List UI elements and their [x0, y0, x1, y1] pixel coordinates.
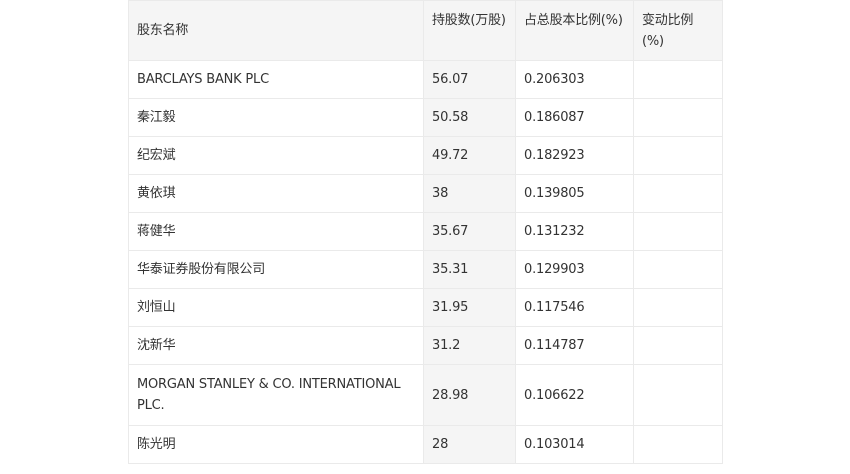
header-shareholder-name: 股东名称 — [128, 0, 424, 61]
table-header: 股东名称 持股数(万股) 占总股本比例(%) 变动比例(%) — [128, 0, 723, 61]
cell-name: 黄依琪 — [128, 174, 424, 213]
cell-name: 华泰证券股份有限公司 — [128, 250, 424, 289]
header-row: 股东名称 持股数(万股) 占总股本比例(%) 变动比例(%) — [128, 0, 723, 61]
cell-ratio: 0.129903 — [515, 250, 634, 289]
header-shares: 持股数(万股) — [423, 0, 516, 61]
cell-ratio: 0.139805 — [515, 174, 634, 213]
cell-name: 秦江毅 — [128, 98, 424, 137]
table-row: MORGAN STANLEY & CO. INTERNATIONAL PLC. … — [128, 364, 723, 426]
header-change-ratio: 变动比例(%) — [633, 0, 723, 61]
cell-change — [633, 364, 723, 426]
table-row: BARCLAYS BANK PLC 56.07 0.206303 — [128, 60, 723, 99]
cell-ratio: 0.117546 — [515, 288, 634, 327]
cell-shares: 35.31 — [423, 250, 516, 289]
cell-change — [633, 326, 723, 365]
cell-change — [633, 174, 723, 213]
cell-ratio: 0.131232 — [515, 212, 634, 251]
table-row: 刘恒山 31.95 0.117546 — [128, 288, 723, 327]
shareholder-table: 股东名称 持股数(万股) 占总股本比例(%) 变动比例(%) BARCLAYS … — [128, 0, 723, 464]
cell-ratio: 0.103014 — [515, 425, 634, 464]
cell-ratio: 0.206303 — [515, 60, 634, 99]
cell-ratio: 0.106622 — [515, 364, 634, 426]
cell-shares: 56.07 — [423, 60, 516, 99]
table-row: 纪宏斌 49.72 0.182923 — [128, 136, 723, 175]
cell-ratio: 0.182923 — [515, 136, 634, 175]
table-row: 沈新华 31.2 0.114787 — [128, 326, 723, 365]
cell-change — [633, 425, 723, 464]
table-row: 陈光明 28 0.103014 — [128, 425, 723, 464]
table-body: BARCLAYS BANK PLC 56.07 0.206303 秦江毅 50.… — [128, 60, 723, 464]
cell-name: 蒋健华 — [128, 212, 424, 251]
cell-name: 陈光明 — [128, 425, 424, 464]
cell-change — [633, 212, 723, 251]
shareholder-table-container: 股东名称 持股数(万股) 占总股本比例(%) 变动比例(%) BARCLAYS … — [128, 0, 723, 464]
table-row: 蒋健华 35.67 0.131232 — [128, 212, 723, 251]
cell-change — [633, 136, 723, 175]
table-row: 秦江毅 50.58 0.186087 — [128, 98, 723, 137]
cell-change — [633, 250, 723, 289]
table-row: 华泰证券股份有限公司 35.31 0.129903 — [128, 250, 723, 289]
cell-name: 刘恒山 — [128, 288, 424, 327]
cell-shares: 31.2 — [423, 326, 516, 365]
cell-shares: 31.95 — [423, 288, 516, 327]
cell-name: BARCLAYS BANK PLC — [128, 60, 424, 99]
cell-name: 纪宏斌 — [128, 136, 424, 175]
header-share-ratio: 占总股本比例(%) — [515, 0, 634, 61]
cell-name: MORGAN STANLEY & CO. INTERNATIONAL PLC. — [128, 364, 424, 426]
cell-ratio: 0.114787 — [515, 326, 634, 365]
cell-change — [633, 98, 723, 137]
cell-shares: 28.98 — [423, 364, 516, 426]
cell-change — [633, 60, 723, 99]
cell-shares: 50.58 — [423, 98, 516, 137]
cell-shares: 28 — [423, 425, 516, 464]
cell-change — [633, 288, 723, 327]
cell-shares: 49.72 — [423, 136, 516, 175]
cell-ratio: 0.186087 — [515, 98, 634, 137]
table-row: 黄依琪 38 0.139805 — [128, 174, 723, 213]
cell-shares: 38 — [423, 174, 516, 213]
cell-name: 沈新华 — [128, 326, 424, 365]
cell-shares: 35.67 — [423, 212, 516, 251]
